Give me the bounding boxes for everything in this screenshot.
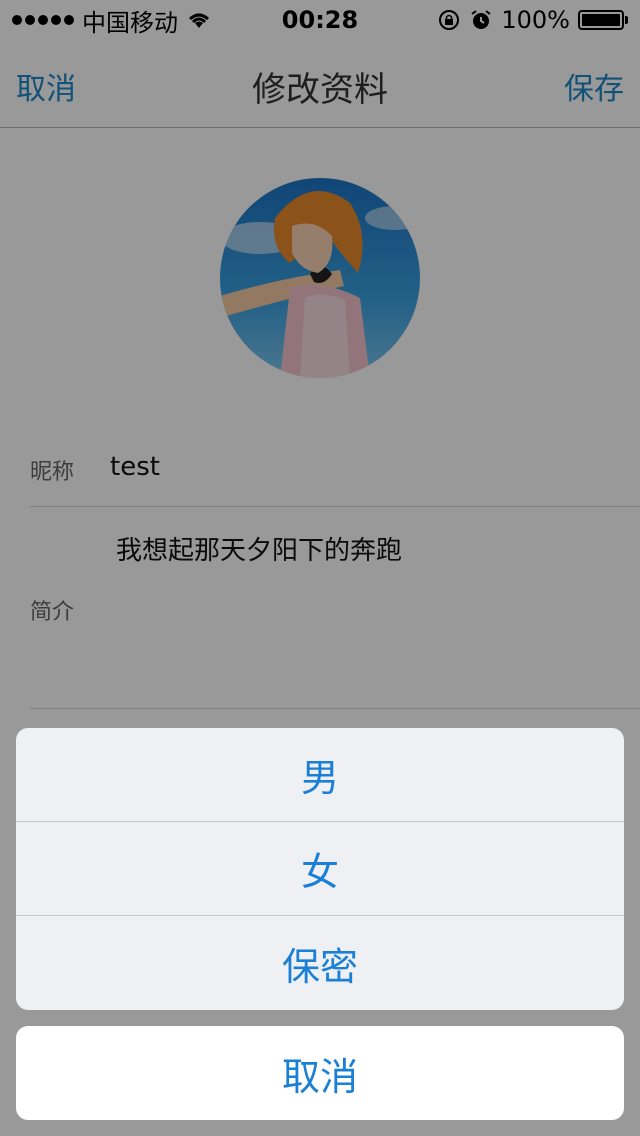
gender-option-male[interactable]: 男 (16, 728, 624, 822)
gender-action-sheet: 男 女 保密 (16, 728, 624, 1010)
gender-option-female[interactable]: 女 (16, 822, 624, 916)
gender-option-secret[interactable]: 保密 (16, 916, 624, 1010)
action-sheet-cancel-button[interactable]: 取消 (16, 1026, 624, 1120)
